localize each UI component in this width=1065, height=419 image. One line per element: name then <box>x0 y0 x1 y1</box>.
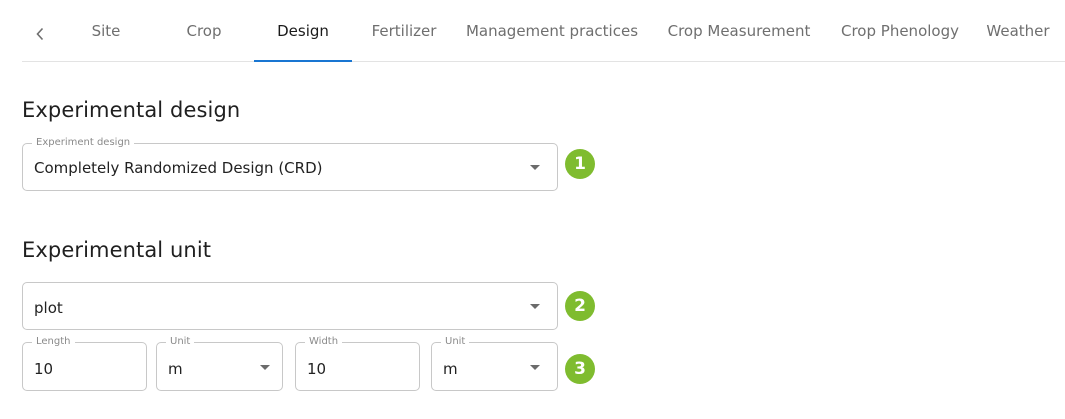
tab-site[interactable]: Site <box>70 0 142 62</box>
experimental-design-heading: Experimental design <box>22 98 241 122</box>
tab-fertilizer[interactable]: Fertilizer <box>359 0 449 62</box>
experiment-design-value: Completely Randomized Design (CRD) <box>34 159 323 177</box>
width-label: Width <box>305 336 343 348</box>
chevron-down-icon <box>530 365 540 370</box>
chevron-down-icon <box>530 304 540 309</box>
width-unit-label: Unit <box>441 336 470 348</box>
tab-design[interactable]: Design <box>254 0 352 62</box>
experimental-unit-select[interactable]: plot <box>22 282 558 330</box>
tab-crop[interactable]: Crop <box>168 0 240 62</box>
step-badge-1: 1 <box>565 149 595 179</box>
chevron-left-icon[interactable] <box>28 22 52 46</box>
experimental-unit-value: plot <box>34 299 63 317</box>
length-field[interactable]: Length 10 <box>22 336 147 391</box>
length-unit-select[interactable]: Unit m <box>156 336 283 391</box>
step-badge-2: 2 <box>565 291 595 321</box>
chevron-down-icon <box>530 165 540 170</box>
tab-crop-phenology[interactable]: Crop Phenology <box>828 0 972 62</box>
tab-weather[interactable]: Weather <box>978 0 1058 62</box>
experiment-design-label: Experiment design <box>32 137 135 149</box>
length-label: Length <box>32 336 75 348</box>
tab-management-practices[interactable]: Management practices <box>455 0 649 62</box>
tab-bar: Site Crop Design Fertilizer Management p… <box>22 0 1065 62</box>
active-tab-indicator <box>254 60 352 62</box>
experiment-design-select[interactable]: Experiment design Completely Randomized … <box>22 137 558 191</box>
width-field[interactable]: Width 10 <box>295 336 420 391</box>
length-value: 10 <box>34 360 54 378</box>
width-value: 10 <box>307 360 327 378</box>
experimental-unit-heading: Experimental unit <box>22 238 212 262</box>
length-unit-label: Unit <box>166 336 195 348</box>
width-unit-select[interactable]: Unit m <box>431 336 558 391</box>
chevron-down-icon <box>260 365 270 370</box>
tab-crop-measurement[interactable]: Crop Measurement <box>657 0 821 62</box>
step-badge-3: 3 <box>565 354 595 384</box>
width-unit-value: m <box>443 360 458 378</box>
length-unit-value: m <box>168 360 183 378</box>
